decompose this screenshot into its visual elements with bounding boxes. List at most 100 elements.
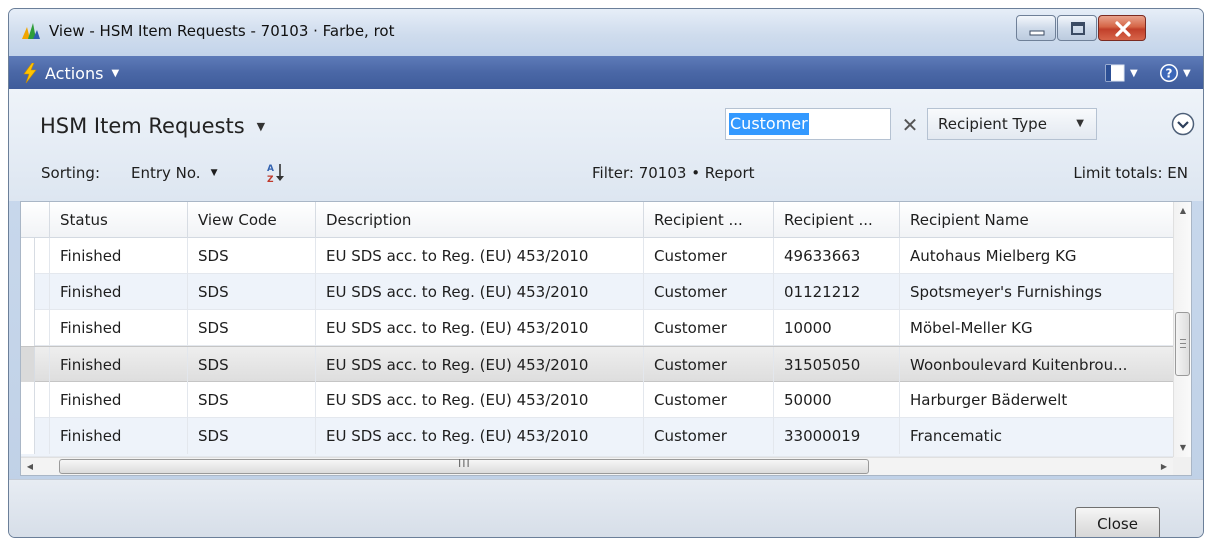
svg-text:Z: Z [267, 175, 274, 185]
sort-direction-icon[interactable]: A Z [265, 161, 289, 185]
row-selector[interactable] [21, 418, 35, 454]
maximize-button[interactable] [1057, 15, 1097, 41]
cell-recipient-name: Harburger Bäderwelt [899, 382, 1173, 418]
page-title-text: HSM Item Requests [40, 114, 245, 138]
close-button[interactable]: Close [1075, 507, 1160, 537]
svg-text:?: ? [1166, 67, 1173, 81]
footer-bar: Close [9, 479, 1203, 537]
table-row[interactable]: Finished SDS EU SDS acc. to Reg. (EU) 45… [21, 310, 1173, 346]
cell-status: Finished [49, 382, 187, 418]
chevron-down-icon: ▼ [1183, 67, 1191, 79]
cell-description: EU SDS acc. to Reg. (EU) 453/2010 [315, 418, 643, 454]
search-input[interactable]: Customer [725, 108, 891, 140]
layout-icon [1105, 64, 1125, 82]
maximize-icon [1071, 22, 1085, 35]
filter-field-value: Recipient Type [938, 115, 1047, 133]
scroll-up-icon[interactable]: ▲ [1174, 202, 1191, 220]
row-selector[interactable] [21, 274, 35, 310]
actions-menu-button[interactable]: Actions ▼ [23, 61, 119, 85]
cell-recipient-name: Spotsmeyer's Furnishings [899, 274, 1173, 310]
cell-recipient-type: Customer [643, 347, 773, 383]
clear-search-button[interactable]: ✕ [895, 110, 925, 140]
layout-button[interactable]: ▼ [1105, 62, 1138, 84]
column-header-description[interactable]: Description [315, 202, 643, 238]
horizontal-scroll-thumb[interactable]: III [59, 457, 869, 474]
cell-recipient-no: 10000 [773, 310, 899, 346]
chevron-down-icon: ▼ [111, 67, 120, 79]
table-row[interactable]: Finished SDS EU SDS acc. to Reg. (EU) 45… [21, 418, 1173, 457]
actions-label: Actions [45, 63, 104, 83]
cell-status: Finished [49, 310, 187, 346]
column-header-selector[interactable] [21, 202, 49, 238]
cell-status: Finished [49, 238, 187, 274]
title-bar: View - HSM Item Requests - 70103 · Farbe… [9, 9, 1203, 56]
row-selector[interactable] [21, 382, 35, 418]
lightning-icon [23, 63, 37, 83]
close-icon [1115, 21, 1131, 37]
column-header-view-code[interactable]: View Code [187, 202, 315, 238]
table-row-selected[interactable]: Finished SDS EU SDS acc. to Reg. (EU) 45… [21, 346, 1173, 383]
grip-icon: III [458, 457, 471, 470]
cell-view-code: SDS [187, 238, 315, 274]
chevron-down-icon: ▼ [1076, 118, 1084, 129]
scrollbar-corner [1173, 457, 1191, 475]
cell-description: EU SDS acc. to Reg. (EU) 453/2010 [315, 274, 643, 310]
scroll-down-icon[interactable]: ▼ [1174, 439, 1191, 457]
actions-bar: Actions ▼ ▼ ? ▼ [9, 56, 1203, 89]
scroll-left-icon[interactable]: ◀ [21, 458, 39, 475]
cell-recipient-name: Autohaus Mielberg KG [899, 238, 1173, 274]
window-title: View - HSM Item Requests - 70103 · Farbe… [49, 22, 395, 40]
dialog-window: View - HSM Item Requests - 70103 · Farbe… [8, 8, 1204, 538]
filter-field-select[interactable]: Recipient Type ▼ [927, 108, 1097, 140]
cell-description: EU SDS acc. to Reg. (EU) 453/2010 [315, 382, 643, 418]
cell-view-code: SDS [187, 310, 315, 346]
sorting-label: Sorting: [41, 164, 100, 182]
table-row[interactable]: Finished SDS EU SDS acc. to Reg. (EU) 45… [21, 238, 1173, 274]
column-header-recipient-name[interactable]: Recipient Name [899, 202, 1173, 238]
chevron-down-icon: ▼ [1130, 67, 1138, 79]
close-window-button[interactable] [1098, 15, 1146, 41]
table-row[interactable]: Finished SDS EU SDS acc. to Reg. (EU) 45… [21, 274, 1173, 310]
minimize-button[interactable] [1016, 15, 1056, 41]
cell-recipient-type: Customer [643, 418, 773, 454]
column-header-recipient-type[interactable]: Recipient ... [643, 202, 773, 238]
svg-text:A: A [267, 164, 274, 174]
app-icon [22, 23, 40, 39]
help-icon: ? [1160, 64, 1178, 82]
cell-description: EU SDS acc. to Reg. (EU) 453/2010 [315, 310, 643, 346]
column-header-status[interactable]: Status [49, 202, 187, 238]
cell-recipient-type: Customer [643, 274, 773, 310]
column-header-recipient-no[interactable]: Recipient ... [773, 202, 899, 238]
scroll-right-icon[interactable]: ▶ [1155, 458, 1173, 475]
search-input-value: Customer [729, 113, 809, 135]
cell-recipient-no: 01121212 [773, 274, 899, 310]
cell-recipient-name: Möbel-Meller KG [899, 310, 1173, 346]
vertical-scrollbar[interactable]: ▲ ▼ [1173, 202, 1191, 457]
cell-view-code: SDS [187, 274, 315, 310]
filter-text: Filter: 70103 • Report [592, 164, 755, 182]
horizontal-scrollbar[interactable]: ◀ III ▶ [21, 457, 1173, 475]
row-selector[interactable] [21, 310, 35, 346]
cell-recipient-type: Customer [643, 310, 773, 346]
grip-icon [1180, 339, 1186, 348]
page-title[interactable]: HSM Item Requests ▼ [40, 114, 265, 138]
limit-totals-text: Limit totals: EN [1073, 164, 1188, 182]
cell-description: EU SDS acc. to Reg. (EU) 453/2010 [315, 347, 643, 383]
sorting-field-select[interactable]: Entry No. ▼ [131, 164, 218, 182]
chevron-down-icon: ▼ [210, 168, 218, 178]
cell-recipient-no: 50000 [773, 382, 899, 418]
help-button[interactable]: ? ▼ [1159, 62, 1191, 84]
expand-icon[interactable] [1171, 112, 1195, 136]
row-selector[interactable] [21, 347, 35, 383]
cell-recipient-no: 49633663 [773, 238, 899, 274]
table-row[interactable]: Finished SDS EU SDS acc. to Reg. (EU) 45… [21, 382, 1173, 418]
cell-view-code: SDS [187, 382, 315, 418]
content-header: HSM Item Requests ▼ Customer ✕ Recipient… [9, 89, 1203, 201]
cell-view-code: SDS [187, 347, 315, 383]
cell-recipient-type: Customer [643, 382, 773, 418]
row-selector[interactable] [21, 238, 35, 274]
sorting-field-value: Entry No. [131, 164, 201, 182]
vertical-scroll-thumb[interactable] [1175, 312, 1190, 376]
cell-status: Finished [49, 418, 187, 454]
sort-filter-row: Sorting: Entry No. ▼ A Z Filter: 70103 •… [9, 159, 1203, 189]
